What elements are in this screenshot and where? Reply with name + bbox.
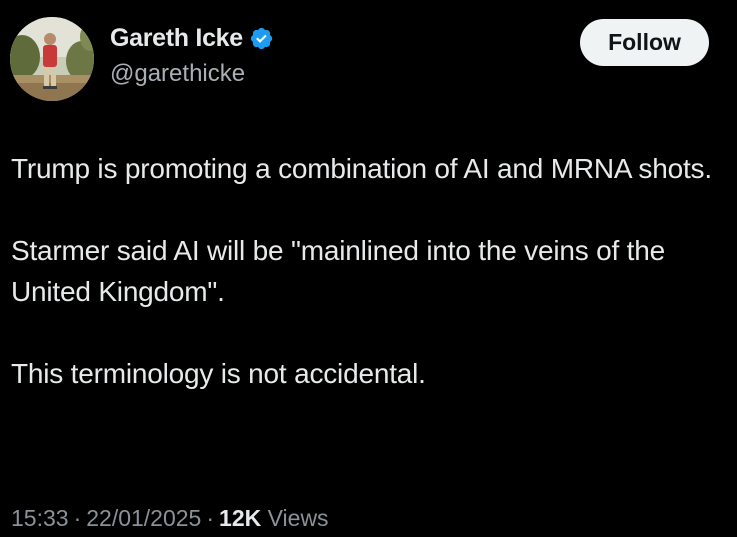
views-count[interactable]: 12K: [219, 505, 261, 531]
separator: ·: [73, 505, 82, 531]
display-name[interactable]: Gareth Icke: [110, 24, 243, 53]
tweet-meta: 15:33 · 22/01/2025 · 12K Views: [11, 505, 329, 532]
tweet-paragraph: Starmer said AI will be "mainlined into …: [11, 235, 665, 307]
avatar[interactable]: [10, 17, 94, 101]
tweet-paragraph: This terminology is not accidental.: [11, 358, 426, 389]
tweet-card: Gareth Icke @garethicke Follow Trump is …: [0, 0, 737, 537]
follow-button[interactable]: Follow: [580, 19, 709, 66]
tweet-date[interactable]: 22/01/2025: [86, 505, 201, 531]
tweet-text: Trump is promoting a combination of AI a…: [11, 148, 731, 394]
separator: ·: [206, 505, 215, 531]
tweet-paragraph: Trump is promoting a combination of AI a…: [11, 153, 712, 184]
profile-photo-icon: [10, 17, 94, 101]
verified-badge-icon: [249, 26, 274, 51]
tweet-time[interactable]: 15:33: [11, 505, 69, 531]
author-name-row[interactable]: Gareth Icke: [110, 24, 274, 53]
author-handle[interactable]: @garethicke: [110, 60, 245, 88]
views-label[interactable]: Views: [268, 505, 329, 531]
